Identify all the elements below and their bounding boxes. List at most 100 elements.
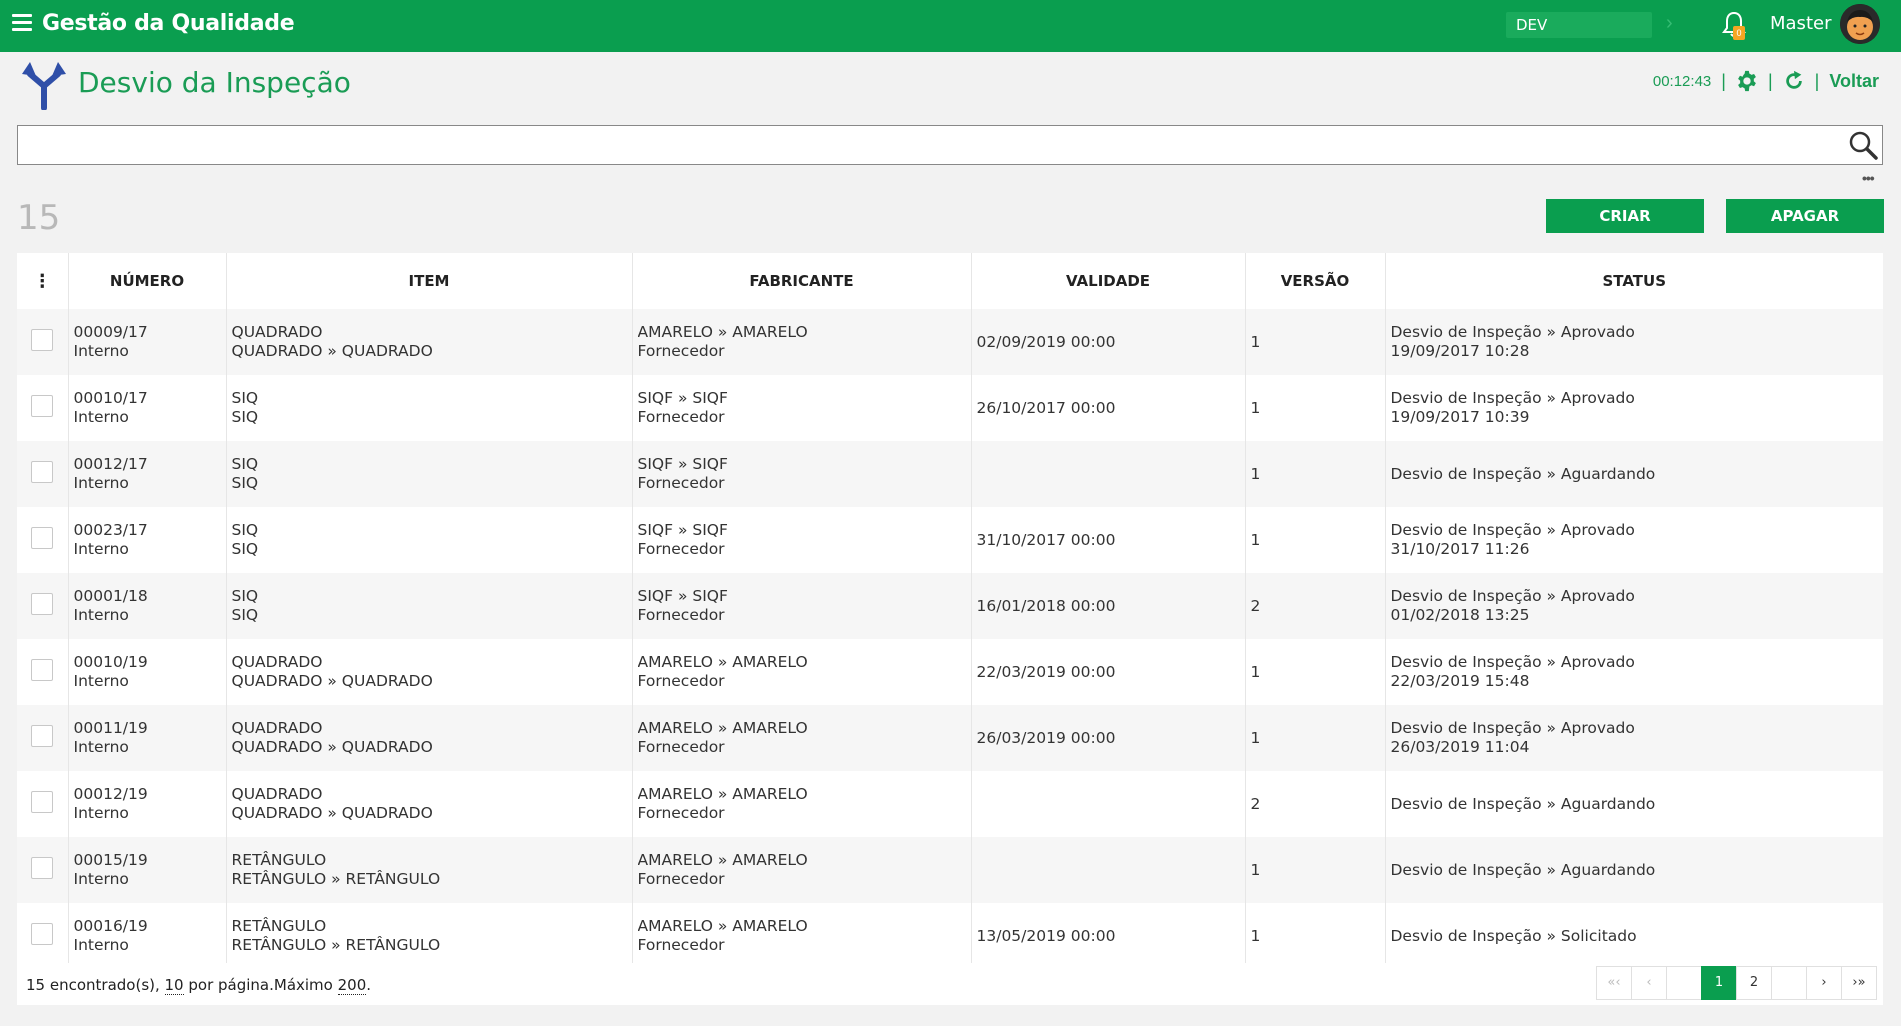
column-header-validade[interactable]: VALIDADE (971, 253, 1246, 309)
row-checkbox[interactable] (31, 460, 54, 483)
cell-item[interactable]: QUADRADO QUADRADO » QUADRADO (226, 771, 633, 837)
cell-versao[interactable]: 1 (1245, 837, 1386, 903)
delete-button[interactable]: APAGAR (1726, 199, 1884, 233)
hamburger-menu-icon[interactable] (12, 14, 32, 34)
cell-numero[interactable]: 00015/19 Interno (68, 837, 227, 903)
cell-validade[interactable]: 31/10/2017 00:00 (971, 507, 1246, 573)
cell-numero[interactable]: 00011/19 Interno (68, 705, 227, 771)
column-header-versao[interactable]: VERSÃO (1245, 253, 1386, 309)
table-row[interactable]: 00015/19 Interno RETÂNGULO RETÂNGULO » RETÂ… (17, 837, 1883, 903)
per-page-selector[interactable]: 10 (164, 976, 184, 995)
search-input[interactable] (18, 126, 1882, 164)
cell-validade[interactable]: 22/03/2019 00:00 (971, 639, 1246, 705)
cell-item[interactable]: SIQ SIQ (226, 441, 633, 507)
row-checkbox[interactable] (31, 328, 54, 351)
cell-versao[interactable]: 1 (1245, 639, 1386, 705)
cell-numero[interactable]: 00016/19 Interno (68, 903, 227, 969)
cell-validade[interactable]: 26/03/2019 00:00 (971, 705, 1246, 771)
cell-versao[interactable]: 2 (1245, 771, 1386, 837)
table-row[interactable]: 00012/19 Interno QUADRADO QUADRADO » QUADRA… (17, 771, 1883, 837)
row-checkbox[interactable] (31, 790, 54, 813)
cell-versao[interactable]: 1 (1245, 375, 1386, 441)
prev-page-button[interactable]: ‹ (1631, 966, 1667, 1000)
cell-status[interactable]: Desvio de Inspeção » Aprovado 19/09/2017 … (1385, 309, 1883, 375)
column-header-fabricante[interactable]: FABRICANTE (632, 253, 972, 309)
cell-versao[interactable]: 1 (1245, 903, 1386, 969)
row-checkbox[interactable] (31, 856, 54, 879)
cell-status[interactable]: Desvio de Inspeção » Aguardando (1385, 441, 1883, 507)
cell-fabricante[interactable]: AMARELO » AMARELO Fornecedor (632, 903, 972, 969)
cell-numero[interactable]: 00023/17 Interno (68, 507, 227, 573)
last-page-button[interactable]: ›» (1841, 966, 1877, 1000)
table-row[interactable]: 00010/19 Interno QUADRADO QUADRADO » QUADRA… (17, 639, 1883, 705)
more-options-icon[interactable]: ••• (1862, 170, 1875, 186)
cell-numero[interactable]: 00010/17 Interno (68, 375, 227, 441)
chevron-right-icon[interactable]: › (1666, 12, 1673, 35)
cell-item[interactable]: RETÂNGULO RETÂNGULO » RETÂNGULO (226, 903, 633, 969)
cell-fabricante[interactable]: AMARELO » AMARELO Fornecedor (632, 309, 972, 375)
column-menu[interactable]: ⋮ (17, 253, 69, 309)
page-1-button[interactable]: 1 (1701, 966, 1737, 1000)
refresh-icon[interactable] (1783, 70, 1805, 92)
cell-versao[interactable]: 1 (1245, 705, 1386, 771)
cell-item[interactable]: SIQ SIQ (226, 507, 633, 573)
row-checkbox[interactable] (31, 658, 54, 681)
create-button[interactable]: CRIAR (1546, 199, 1704, 233)
cell-versao[interactable]: 1 (1245, 309, 1386, 375)
cell-numero[interactable]: 00012/17 Interno (68, 441, 227, 507)
cell-numero[interactable]: 00010/19 Interno (68, 639, 227, 705)
first-page-button[interactable]: «‹ (1596, 966, 1632, 1000)
user-name[interactable]: Master (1770, 13, 1831, 34)
column-header-numero[interactable]: NÚMERO (68, 253, 227, 309)
search-icon[interactable] (1848, 130, 1878, 160)
row-checkbox[interactable] (31, 394, 54, 417)
table-row[interactable]: 00023/17 Interno SIQ SIQ SIQF » SIQF Forneced… (17, 507, 1883, 573)
column-header-item[interactable]: ITEM (226, 253, 633, 309)
cell-status[interactable]: Desvio de Inspeção » Aprovado 31/10/2017 … (1385, 507, 1883, 573)
cell-versao[interactable]: 1 (1245, 441, 1386, 507)
table-row[interactable]: 00009/17 Interno QUADRADO QUADRADO » QUADRA… (17, 309, 1883, 375)
row-checkbox[interactable] (31, 724, 54, 747)
environment-selector[interactable]: DEV (1506, 12, 1652, 38)
cell-fabricante[interactable]: AMARELO » AMARELO Fornecedor (632, 771, 972, 837)
next-page-button[interactable]: › (1806, 966, 1842, 1000)
cell-item[interactable]: QUADRADO QUADRADO » QUADRADO (226, 309, 633, 375)
cell-status[interactable]: Desvio de Inspeção » Aprovado 22/03/2019 … (1385, 639, 1883, 705)
row-checkbox[interactable] (31, 526, 54, 549)
cell-fabricante[interactable]: SIQF » SIQF Fornecedor (632, 573, 972, 639)
table-row[interactable]: 00012/17 Interno SIQ SIQ SIQF » SIQF Forneced… (17, 441, 1883, 507)
cell-validade[interactable] (971, 837, 1246, 903)
cell-item[interactable]: RETÂNGULO RETÂNGULO » RETÂNGULO (226, 837, 633, 903)
gear-icon[interactable] (1736, 70, 1758, 92)
avatar[interactable] (1840, 4, 1880, 44)
cell-fabricante[interactable]: AMARELO » AMARELO Fornecedor (632, 639, 972, 705)
cell-versao[interactable]: 2 (1245, 573, 1386, 639)
cell-validade[interactable]: 26/10/2017 00:00 (971, 375, 1246, 441)
cell-validade[interactable]: 16/01/2018 00:00 (971, 573, 1246, 639)
row-checkbox[interactable] (31, 922, 54, 945)
cell-numero[interactable]: 00001/18 Interno (68, 573, 227, 639)
row-checkbox[interactable] (31, 592, 54, 615)
max-selector[interactable]: 200 (337, 976, 367, 995)
column-header-status[interactable]: STATUS (1385, 253, 1883, 309)
cell-numero[interactable]: 00012/19 Interno (68, 771, 227, 837)
cell-fabricante[interactable]: SIQF » SIQF Fornecedor (632, 441, 972, 507)
cell-fabricante[interactable]: AMARELO » AMARELO Fornecedor (632, 837, 972, 903)
cell-numero[interactable]: 00009/17 Interno (68, 309, 227, 375)
cell-fabricante[interactable]: AMARELO » AMARELO Fornecedor (632, 705, 972, 771)
cell-status[interactable]: Desvio de Inspeção » Solicitado (1385, 903, 1883, 969)
cell-validade[interactable]: 02/09/2019 00:00 (971, 309, 1246, 375)
cell-validade[interactable]: 13/05/2019 00:00 (971, 903, 1246, 969)
cell-validade[interactable] (971, 771, 1246, 837)
cell-validade[interactable] (971, 441, 1246, 507)
cell-status[interactable]: Desvio de Inspeção » Aguardando (1385, 771, 1883, 837)
table-row[interactable]: 00010/17 Interno SIQ SIQ SIQF » SIQF Forneced… (17, 375, 1883, 441)
back-link[interactable]: Voltar (1829, 71, 1879, 92)
table-row[interactable]: 00011/19 Interno QUADRADO QUADRADO » QUADRA… (17, 705, 1883, 771)
kebab-menu-icon[interactable]: ⋮ (33, 271, 51, 292)
cell-status[interactable]: Desvio de Inspeção » Aprovado 26/03/2019 … (1385, 705, 1883, 771)
cell-item[interactable]: QUADRADO QUADRADO » QUADRADO (226, 705, 633, 771)
cell-fabricante[interactable]: SIQF » SIQF Fornecedor (632, 507, 972, 573)
cell-status[interactable]: Desvio de Inspeção » Aguardando (1385, 837, 1883, 903)
table-row[interactable]: 00001/18 Interno SIQ SIQ SIQF » SIQF Forneced… (17, 573, 1883, 639)
